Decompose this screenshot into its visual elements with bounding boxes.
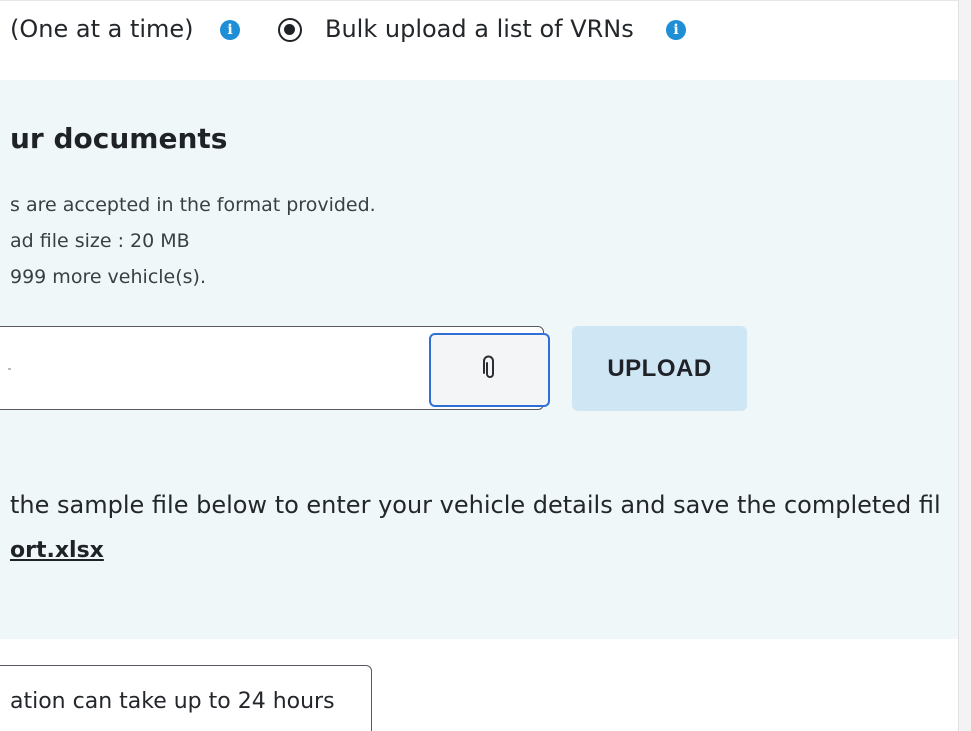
paperclip-icon — [480, 355, 500, 385]
info-icon[interactable]: i — [220, 20, 240, 40]
page: (One at a time) i Bulk upload a list of … — [0, 0, 971, 731]
bulk-upload-option-label[interactable]: Bulk upload a list of VRNs — [325, 15, 634, 43]
section-heading: ur documents — [10, 122, 228, 155]
upload-method-options: (One at a time) i Bulk upload a list of … — [0, 0, 959, 81]
sample-file-link[interactable]: ort.xlsx — [10, 538, 104, 563]
attach-file-button[interactable] — [429, 333, 550, 407]
scrollbar-track[interactable] — [958, 0, 971, 731]
processing-notice-text: ation can take up to 24 hours — [10, 689, 335, 714]
upload-documents-panel: ur documents s are accepted in the forma… — [0, 80, 959, 639]
bulk-upload-radio[interactable] — [278, 18, 302, 42]
sample-file-instructions: the sample file below to enter your vehi… — [10, 491, 941, 519]
upload-button[interactable]: UPLOAD — [572, 326, 747, 411]
vehicle-limit-info-text: 999 more vehicle(s). — [10, 266, 206, 288]
input-placeholder-mark — [8, 368, 11, 370]
single-upload-option-label[interactable]: (One at a time) — [10, 15, 194, 43]
file-size-info-text: ad file size : 20 MB — [10, 230, 190, 252]
format-info-text: s are accepted in the format provided. — [10, 194, 376, 216]
info-icon[interactable]: i — [666, 20, 686, 40]
